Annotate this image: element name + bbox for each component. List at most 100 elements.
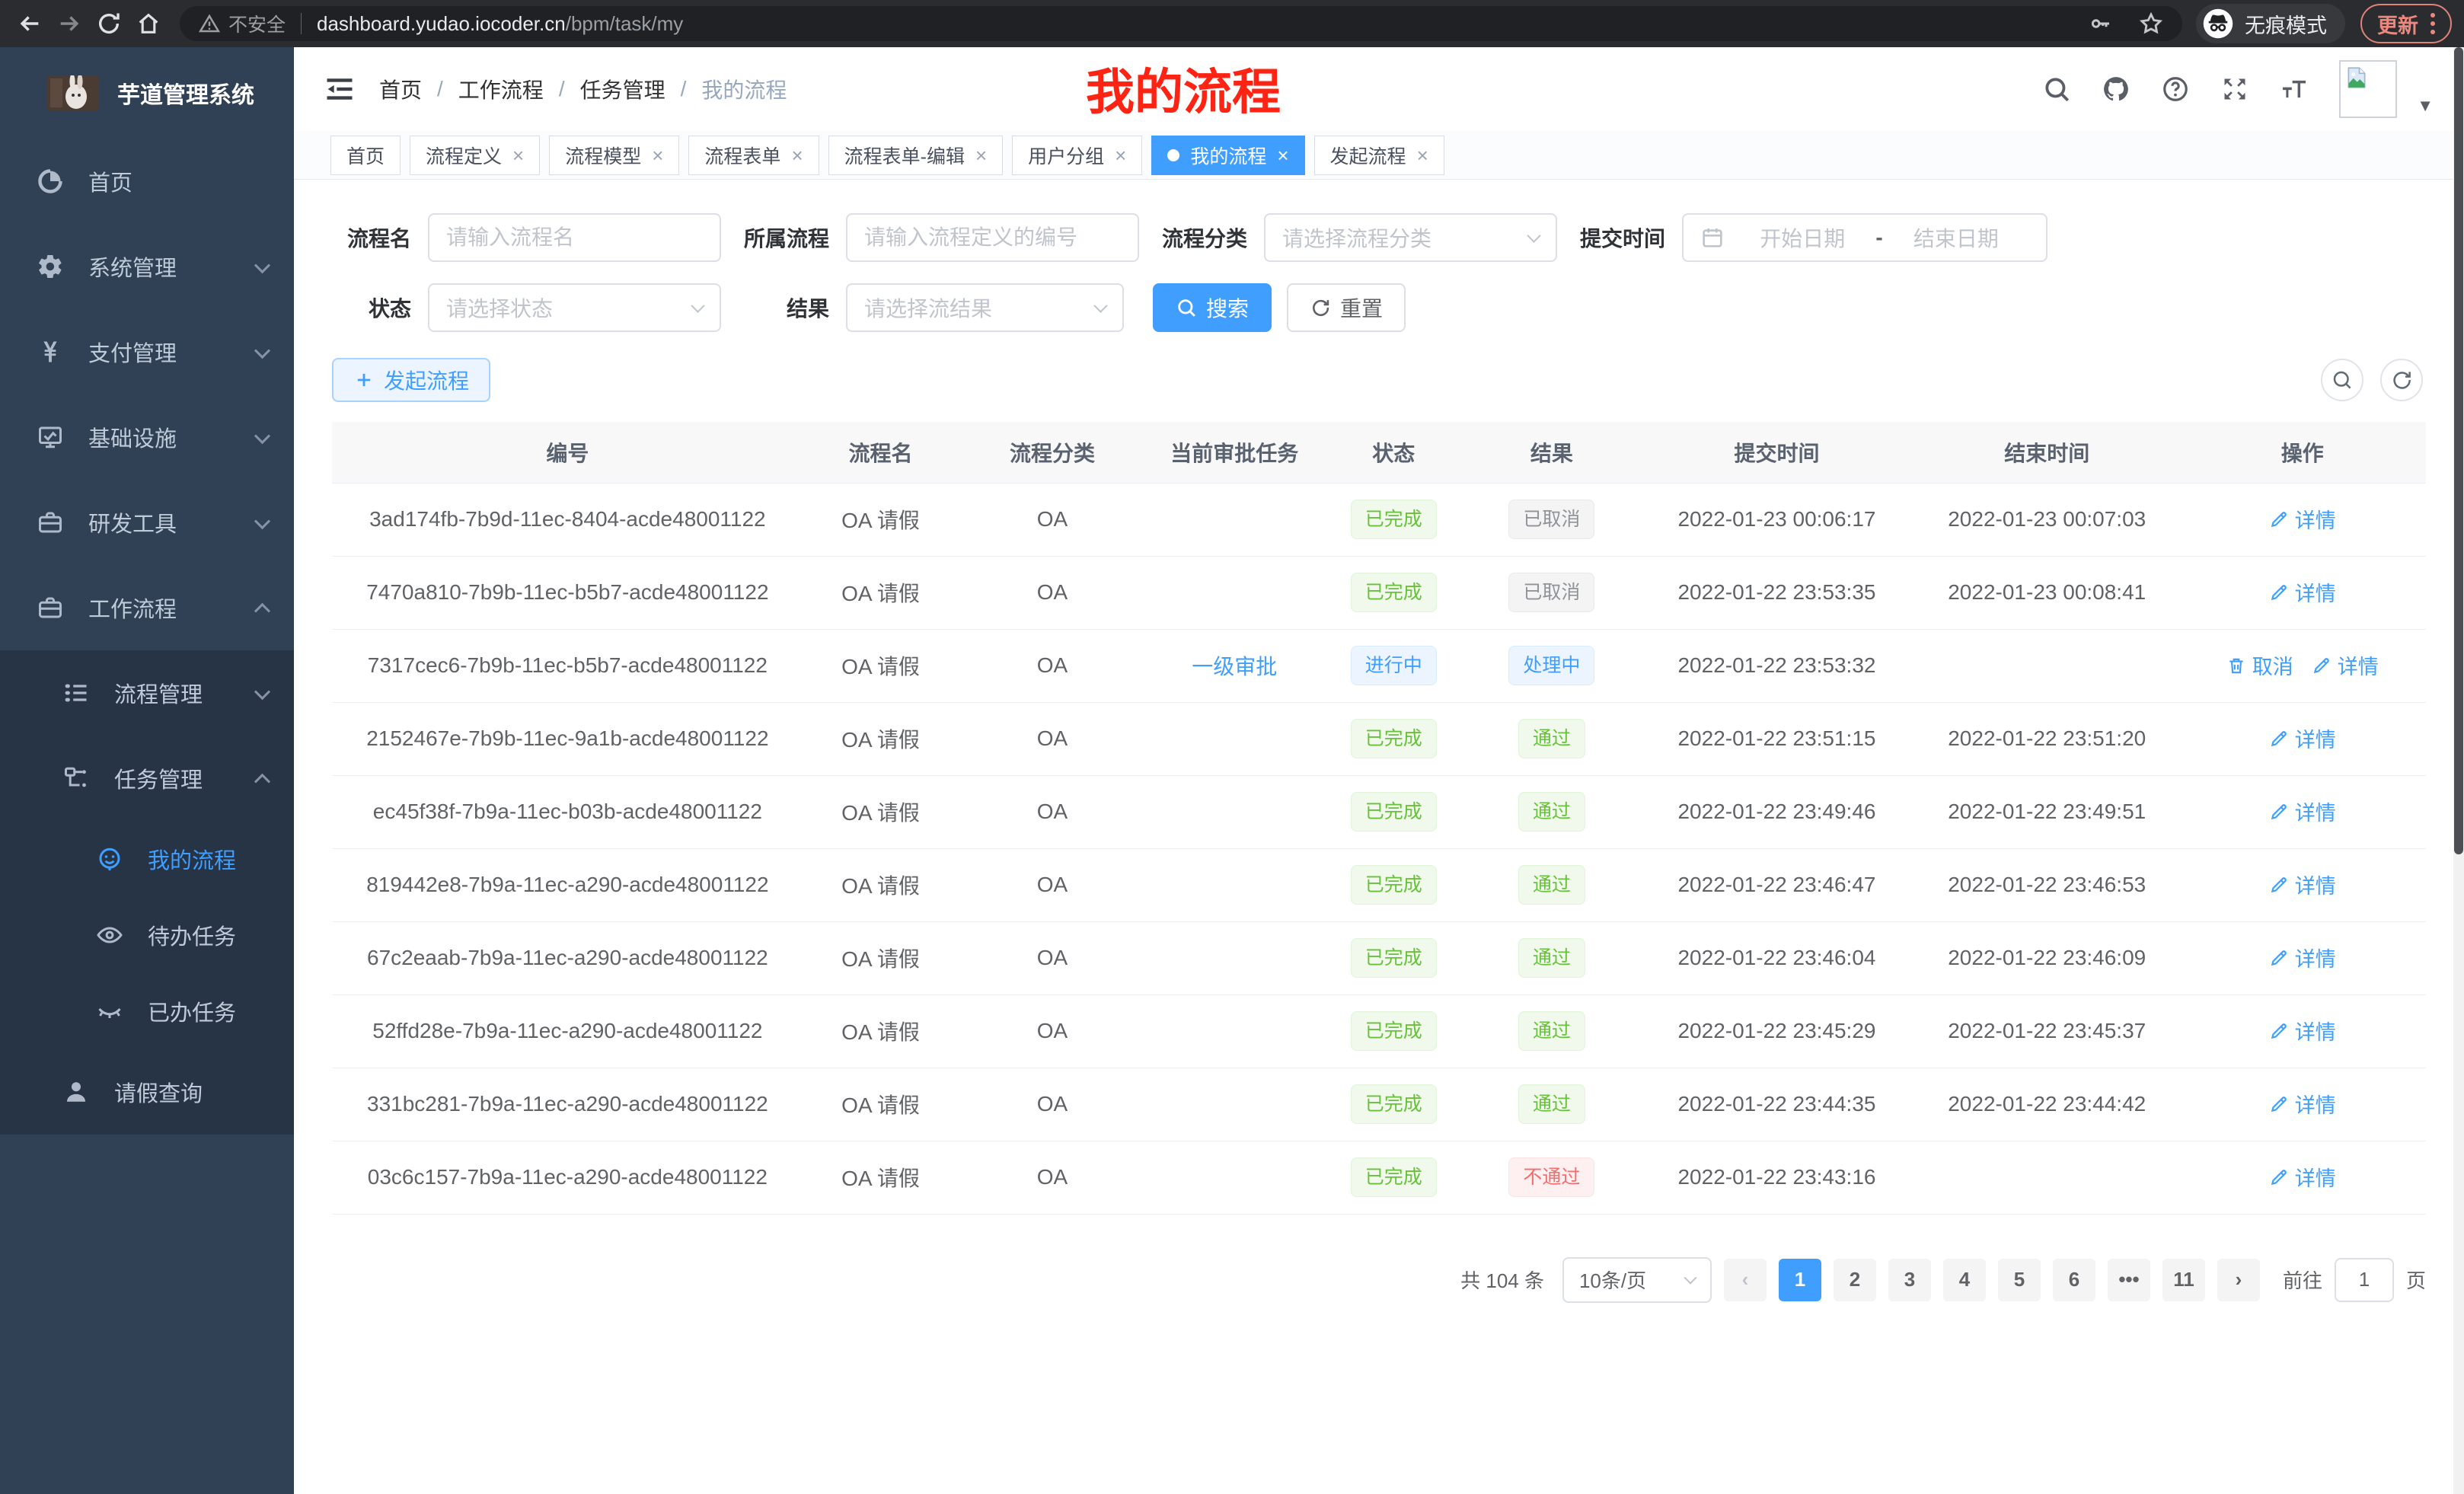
tab-发起流程[interactable]: 发起流程× (1314, 136, 1444, 175)
tab-用户分组[interactable]: 用户分组× (1012, 136, 1142, 175)
close-icon[interactable]: × (652, 145, 663, 165)
prev-page-button[interactable]: ‹ (1724, 1259, 1767, 1301)
github-icon[interactable] (2102, 75, 2130, 104)
search-button[interactable]: 搜索 (1153, 283, 1272, 332)
close-icon[interactable]: × (512, 145, 524, 165)
chevron-down-icon (1093, 298, 1107, 312)
cell-id: 7470a810-7b9b-11ec-b5b7-acde48001122 (332, 556, 803, 629)
sidebar-item-10[interactable]: 待办任务 (0, 897, 294, 973)
cancel-action[interactable]: 取消 (2226, 650, 2293, 680)
forward-icon[interactable] (52, 6, 87, 41)
sidebar-item-3[interactable]: 支付管理 (0, 309, 294, 394)
sidebar-item-6[interactable]: 工作流程 (0, 565, 294, 650)
scrollbar-thumb[interactable] (2454, 47, 2463, 854)
tab-流程模型[interactable]: 流程模型× (549, 136, 679, 175)
category-select[interactable]: 请选择流程分类 (1264, 213, 1557, 262)
result-badge: 通过 (1518, 792, 1585, 832)
breadcrumb-item-2[interactable]: 工作流程 (458, 74, 544, 104)
process-name-input[interactable] (428, 213, 721, 262)
detail-action[interactable]: 详情 (2269, 577, 2336, 607)
cell-submit-time: 2022-01-22 23:51:15 (1639, 702, 1915, 775)
tab-首页[interactable]: 首页 (330, 136, 401, 175)
goto-page-input[interactable] (2335, 1258, 2394, 1302)
result-badge: 已取消 (1508, 573, 1594, 612)
parent-process-input[interactable] (846, 213, 1139, 262)
sidebar-item-7[interactable]: 流程管理 (0, 650, 294, 736)
sidebar-item-11[interactable]: 已办任务 (0, 973, 294, 1049)
breadcrumb-item-1[interactable]: 首页 (379, 74, 422, 104)
page-button-2[interactable]: 2 (1834, 1259, 1876, 1301)
close-icon[interactable]: × (1417, 145, 1428, 165)
sidebar-item-2[interactable]: 系统管理 (0, 224, 294, 309)
detail-action[interactable]: 详情 (2269, 870, 2336, 899)
fullscreen-icon[interactable] (2220, 75, 2249, 104)
date-range-picker[interactable]: 开始日期 - 结束日期 (1682, 213, 2047, 262)
tab-流程定义[interactable]: 流程定义× (410, 136, 540, 175)
page-button-3[interactable]: 3 (1888, 1259, 1931, 1301)
back-icon[interactable] (12, 6, 47, 41)
not-secure-icon[interactable] (198, 12, 221, 35)
cell-id: 52ffd28e-7b9a-11ec-a290-acde48001122 (332, 994, 803, 1068)
reload-icon[interactable] (91, 6, 126, 41)
detail-action[interactable]: 详情 (2269, 723, 2336, 753)
next-page-button[interactable]: › (2217, 1259, 2260, 1301)
cell-category: OA (958, 994, 1147, 1068)
tab-流程表单[interactable]: 流程表单× (688, 136, 819, 175)
page-button-11[interactable]: 11 (2162, 1259, 2205, 1301)
window-scrollbar[interactable] (2453, 47, 2464, 1494)
page-button-1[interactable]: 1 (1779, 1259, 1821, 1301)
password-key-icon[interactable] (2088, 11, 2112, 36)
tab-我的流程[interactable]: 我的流程× (1151, 136, 1304, 175)
bookmark-star-icon[interactable] (2138, 11, 2164, 37)
incognito-icon (2202, 8, 2234, 40)
close-icon[interactable]: × (1277, 145, 1288, 165)
detail-action[interactable]: 详情 (2269, 943, 2336, 972)
address-bar[interactable]: 不安全 dashboard.yudao.iocoder.cn/bpm/task/… (180, 6, 2182, 41)
result-select[interactable]: 请选择流结果 (846, 283, 1124, 332)
detail-action[interactable]: 详情 (2269, 1016, 2336, 1045)
status-select[interactable]: 请选择状态 (428, 283, 721, 332)
page-button-4[interactable]: 4 (1943, 1259, 1986, 1301)
update-button[interactable]: 更新 (2360, 4, 2452, 43)
font-size-icon[interactable] (2280, 75, 2309, 104)
detail-action[interactable]: 详情 (2269, 796, 2336, 826)
close-icon[interactable]: × (975, 145, 987, 165)
more-pages-button[interactable]: ••• (2108, 1259, 2150, 1301)
sidebar-item-4[interactable]: 基础设施 (0, 394, 294, 480)
sidebar-item-9[interactable]: 我的流程 (0, 821, 294, 897)
current-task-link[interactable]: 一级审批 (1192, 655, 1277, 678)
show-search-button[interactable] (2321, 359, 2363, 401)
detail-action[interactable]: 详情 (2269, 504, 2336, 534)
sidebar-item-8[interactable]: 任务管理 (0, 736, 294, 821)
sidebar-item-5[interactable]: 研发工具 (0, 480, 294, 565)
page-size-select[interactable]: 10条/页 (1562, 1257, 1712, 1303)
page-button-5[interactable]: 5 (1998, 1259, 2041, 1301)
avatar-caret-icon[interactable]: ▼ (2417, 96, 2434, 116)
detail-action[interactable]: 详情 (2312, 650, 2379, 680)
table-row: 7470a810-7b9b-11ec-b5b7-acde48001122OA 请… (332, 556, 2426, 629)
cell-end-time (1915, 629, 2179, 702)
cell-id: 03c6c157-7b9a-11ec-a290-acde48001122 (332, 1141, 803, 1214)
detail-action[interactable]: 详情 (2269, 1162, 2336, 1192)
sidebar-item-12[interactable]: 请假查询 (0, 1049, 294, 1135)
collapse-sidebar-icon[interactable] (323, 72, 356, 106)
close-icon[interactable]: × (791, 145, 803, 165)
help-icon[interactable] (2161, 75, 2190, 104)
detail-action[interactable]: 详情 (2269, 1089, 2336, 1119)
sidebar-logo[interactable]: 芋道管理系统 (0, 47, 294, 139)
tab-流程表单-编辑[interactable]: 流程表单-编辑× (828, 136, 1004, 175)
user-avatar[interactable] (2339, 60, 2397, 118)
close-icon[interactable]: × (1115, 145, 1126, 165)
create-process-button[interactable]: 发起流程 (332, 358, 490, 402)
page-button-6[interactable]: 6 (2053, 1259, 2095, 1301)
action-label: 详情 (2338, 650, 2379, 680)
breadcrumb-item-3[interactable]: 任务管理 (580, 74, 665, 104)
browser-menu-icon[interactable] (2430, 13, 2435, 34)
reset-button[interactable]: 重置 (1287, 283, 1406, 332)
cell-actions: 详情 (2178, 1141, 2426, 1214)
sidebar-item-1[interactable]: 首页 (0, 139, 294, 224)
table-header-row: 编号流程名流程分类当前审批任务状态结果提交时间结束时间操作 (332, 422, 2426, 483)
home-icon[interactable] (131, 6, 166, 41)
refresh-table-button[interactable] (2380, 359, 2423, 401)
search-icon[interactable] (2042, 75, 2071, 104)
